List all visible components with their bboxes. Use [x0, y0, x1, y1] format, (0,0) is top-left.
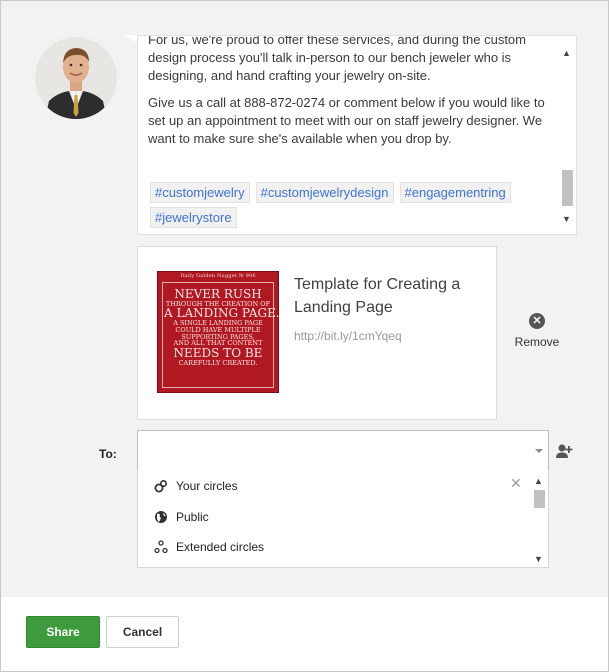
- thumbnail-line: Never Rush: [174, 287, 262, 301]
- profile-photo: [35, 37, 117, 119]
- dropdown-arrow-icon[interactable]: [535, 449, 543, 453]
- hashtag-list: #customjewelry #customjewelrydesign #engag…: [150, 182, 540, 232]
- avatar: [35, 37, 117, 119]
- hashtag[interactable]: #engagementring: [399, 182, 511, 203]
- audience-option-label: Public: [176, 510, 209, 524]
- audience-option-label: Your circles: [176, 479, 238, 493]
- hashtag[interactable]: #customjewelrydesign: [255, 182, 394, 203]
- remove-link-button[interactable]: ✕ Remove: [511, 313, 563, 349]
- thumbnail-line: carefully created.: [178, 358, 258, 367]
- audience-option-label: Extended circles: [176, 540, 265, 554]
- post-preview[interactable]: For us, we're proud to offer these servi…: [137, 35, 577, 235]
- hashtag[interactable]: #customjewelry: [150, 182, 250, 203]
- extended-circles-icon: [154, 540, 168, 554]
- audience-list: Your circles ✕ Public Extended circles ▲…: [137, 470, 549, 568]
- post-scrollbar[interactable]: ▲ ▼: [560, 48, 574, 224]
- share-button[interactable]: Share: [26, 616, 100, 648]
- remove-label: Remove: [514, 335, 560, 349]
- post-paragraph: For us, we're proud to offer these servi…: [148, 35, 526, 83]
- cancel-button[interactable]: Cancel: [106, 616, 179, 648]
- scroll-up-icon[interactable]: ▲: [534, 476, 543, 486]
- audience-scrollbar[interactable]: ▲ ▼: [532, 476, 546, 564]
- circles-icon: [154, 479, 168, 493]
- scroll-thumb[interactable]: [534, 490, 545, 508]
- link-title[interactable]: Template for Creating a Landing Page: [294, 273, 484, 319]
- link-preview-card[interactable]: Daily Golden Nugget № 906 Never Rush thr…: [137, 246, 497, 420]
- hashtag[interactable]: #jewelrystore: [150, 207, 237, 228]
- scroll-thumb[interactable]: [562, 170, 573, 206]
- post-text: For us, we're proud to offer these servi…: [148, 35, 550, 157]
- to-label: To:: [99, 447, 117, 461]
- scroll-up-icon[interactable]: ▲: [562, 48, 571, 58]
- link-thumbnail: Daily Golden Nugget № 906 Never Rush thr…: [157, 271, 280, 393]
- scroll-down-icon[interactable]: ▼: [534, 554, 543, 564]
- share-dialog: For us, we're proud to offer these servi…: [0, 0, 609, 672]
- thumbnail-header: Daily Golden Nugget № 906: [180, 273, 256, 279]
- scroll-down-icon[interactable]: ▼: [562, 214, 571, 224]
- add-person-icon[interactable]: [555, 443, 573, 461]
- globe-icon: [155, 511, 167, 523]
- share-to-input[interactable]: [137, 430, 549, 471]
- remove-icon[interactable]: ✕: [529, 313, 545, 329]
- thumbnail-text: Never Rush through the creation of a lan…: [164, 287, 280, 367]
- link-url[interactable]: http://bit.ly/1cmYqeq: [294, 329, 402, 343]
- share-content: For us, we're proud to offer these servi…: [1, 1, 608, 597]
- post-paragraph: Give us a call at 888-872-0274 or commen…: [148, 95, 545, 146]
- close-icon[interactable]: ✕: [510, 476, 522, 490]
- thumbnail-line: needs to be: [173, 346, 263, 361]
